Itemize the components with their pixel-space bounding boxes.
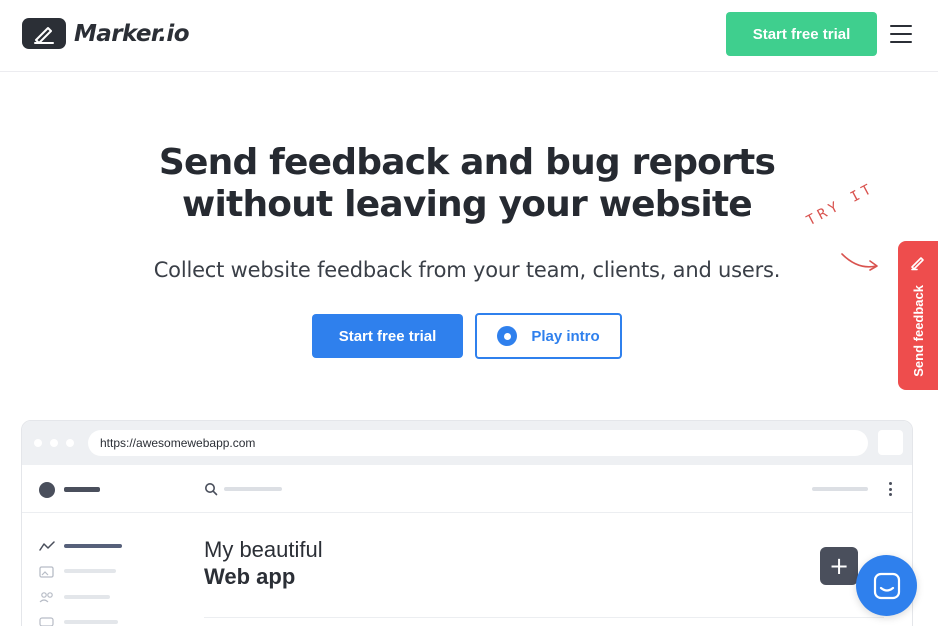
app-topbar (22, 465, 912, 513)
trend-icon (39, 541, 55, 551)
window-dot (50, 439, 58, 447)
users-icon (39, 592, 53, 603)
address-bar: https://awesomewebapp.com (88, 430, 868, 456)
chat-smile-icon (873, 572, 900, 599)
browser-mockup: https://awesomewebapp.com My beautiful W… (21, 420, 913, 626)
brand-logo[interactable]: Marker.io (22, 18, 190, 49)
hero-subtitle: Collect website feedback from your team,… (153, 258, 781, 282)
sidebar-item-bar (64, 595, 110, 599)
image-icon (39, 566, 54, 578)
search-icon (205, 483, 218, 496)
window-dot (66, 439, 74, 447)
hero-title: Send feedback and bug reports without le… (100, 142, 834, 226)
send-feedback-label: Send feedback (910, 285, 926, 377)
app-heading-bold: Web app (204, 564, 296, 589)
send-feedback-tab[interactable]: Send feedback (898, 241, 938, 390)
pencil-logo-icon (22, 18, 66, 49)
divider (204, 617, 884, 618)
placeholder-bar (224, 487, 282, 491)
more-vertical-icon (888, 482, 892, 496)
menu-icon[interactable] (890, 25, 912, 43)
header-start-trial-button[interactable]: Start free trial (726, 12, 877, 56)
play-intro-button[interactable]: Play intro (475, 313, 622, 359)
placeholder-bar (812, 487, 868, 491)
page: Marker.io Start free trial Send feedback… (0, 0, 938, 626)
play-intro-label: Play intro (531, 327, 600, 345)
app-heading-light: My beautiful (204, 537, 323, 562)
browser-toolbar: https://awesomewebapp.com (22, 421, 912, 465)
tag-icon (39, 617, 54, 626)
sidebar-item-bar (64, 620, 118, 624)
avatar (39, 482, 55, 498)
browser-action-button (878, 430, 903, 455)
window-dot (34, 439, 42, 447)
hero-start-trial-button[interactable]: Start free trial (312, 314, 463, 358)
chat-launcher-button[interactable] (856, 555, 917, 616)
site-header: Marker.io Start free trial (0, 0, 938, 72)
hero-title-line2: without leaving your website (182, 184, 753, 225)
sidebar-item-bar (64, 569, 116, 573)
add-button: + (820, 547, 858, 585)
placeholder-bar (64, 487, 100, 492)
curved-arrow-icon (841, 253, 878, 271)
sidebar-item-bar (64, 544, 122, 548)
hero-title-line1: Send feedback and bug reports (158, 142, 776, 183)
brand-name: Marker.io (74, 20, 190, 47)
pencil-icon (911, 257, 924, 271)
play-icon (497, 326, 518, 346)
